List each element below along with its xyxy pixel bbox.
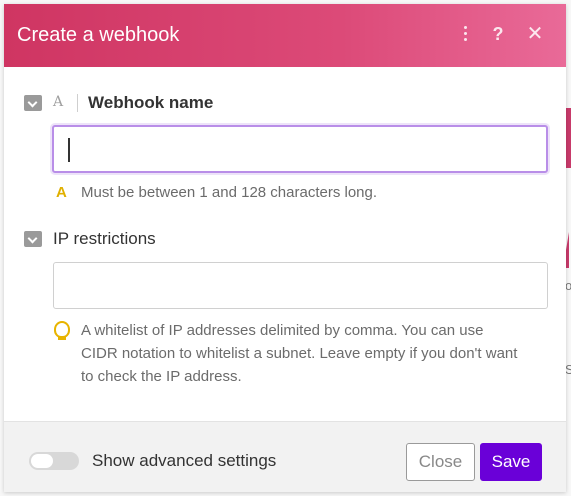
webhook-name-collapse-toggle[interactable] bbox=[24, 95, 42, 111]
ip-restrictions-input[interactable] bbox=[53, 262, 548, 309]
help-icon[interactable]: ? bbox=[486, 22, 510, 46]
webhook-name-hint: Must be between 1 and 128 characters lon… bbox=[81, 184, 378, 201]
webhook-name-input[interactable] bbox=[52, 125, 548, 173]
ip-restrictions-hint-line: CIDR notation to whitelist a subnet. Lea… bbox=[81, 345, 518, 362]
webhook-name-label: Webhook name bbox=[88, 93, 214, 112]
ip-restrictions-hint-line: to check the IP address. bbox=[81, 368, 242, 385]
dialog-header: Create a webhook ? ✕ bbox=[4, 4, 566, 67]
close-button[interactable]: Close bbox=[406, 443, 475, 481]
lightbulb-base bbox=[58, 337, 66, 340]
advanced-settings-label: Show advanced settings bbox=[92, 451, 277, 470]
create-webhook-dialog: Create a webhook ? ✕ A Webhook name A Mu… bbox=[4, 4, 566, 492]
warning-hint-icon: A bbox=[56, 184, 67, 201]
save-button[interactable]: Save bbox=[480, 443, 542, 481]
advanced-settings-toggle[interactable] bbox=[29, 452, 79, 470]
text-type-icon: A bbox=[53, 94, 64, 110]
dialog-title: Create a webhook bbox=[17, 24, 180, 46]
ip-restrictions-label: IP restrictions bbox=[53, 229, 156, 248]
toggle-knob bbox=[31, 454, 53, 468]
ip-restrictions-hint-line: A whitelist of IP addresses delimited by… bbox=[81, 322, 484, 339]
dialog-body: A Webhook name A Must be between 1 and 1… bbox=[4, 67, 566, 421]
background-accent-bar bbox=[566, 108, 571, 168]
close-icon[interactable]: ✕ bbox=[523, 22, 547, 46]
dialog-footer: Show advanced settings Close Save bbox=[4, 421, 566, 492]
label-divider bbox=[77, 94, 78, 112]
text-caret bbox=[68, 138, 70, 162]
ip-restrictions-collapse-toggle[interactable] bbox=[24, 231, 42, 247]
lightbulb-icon bbox=[54, 321, 70, 338]
